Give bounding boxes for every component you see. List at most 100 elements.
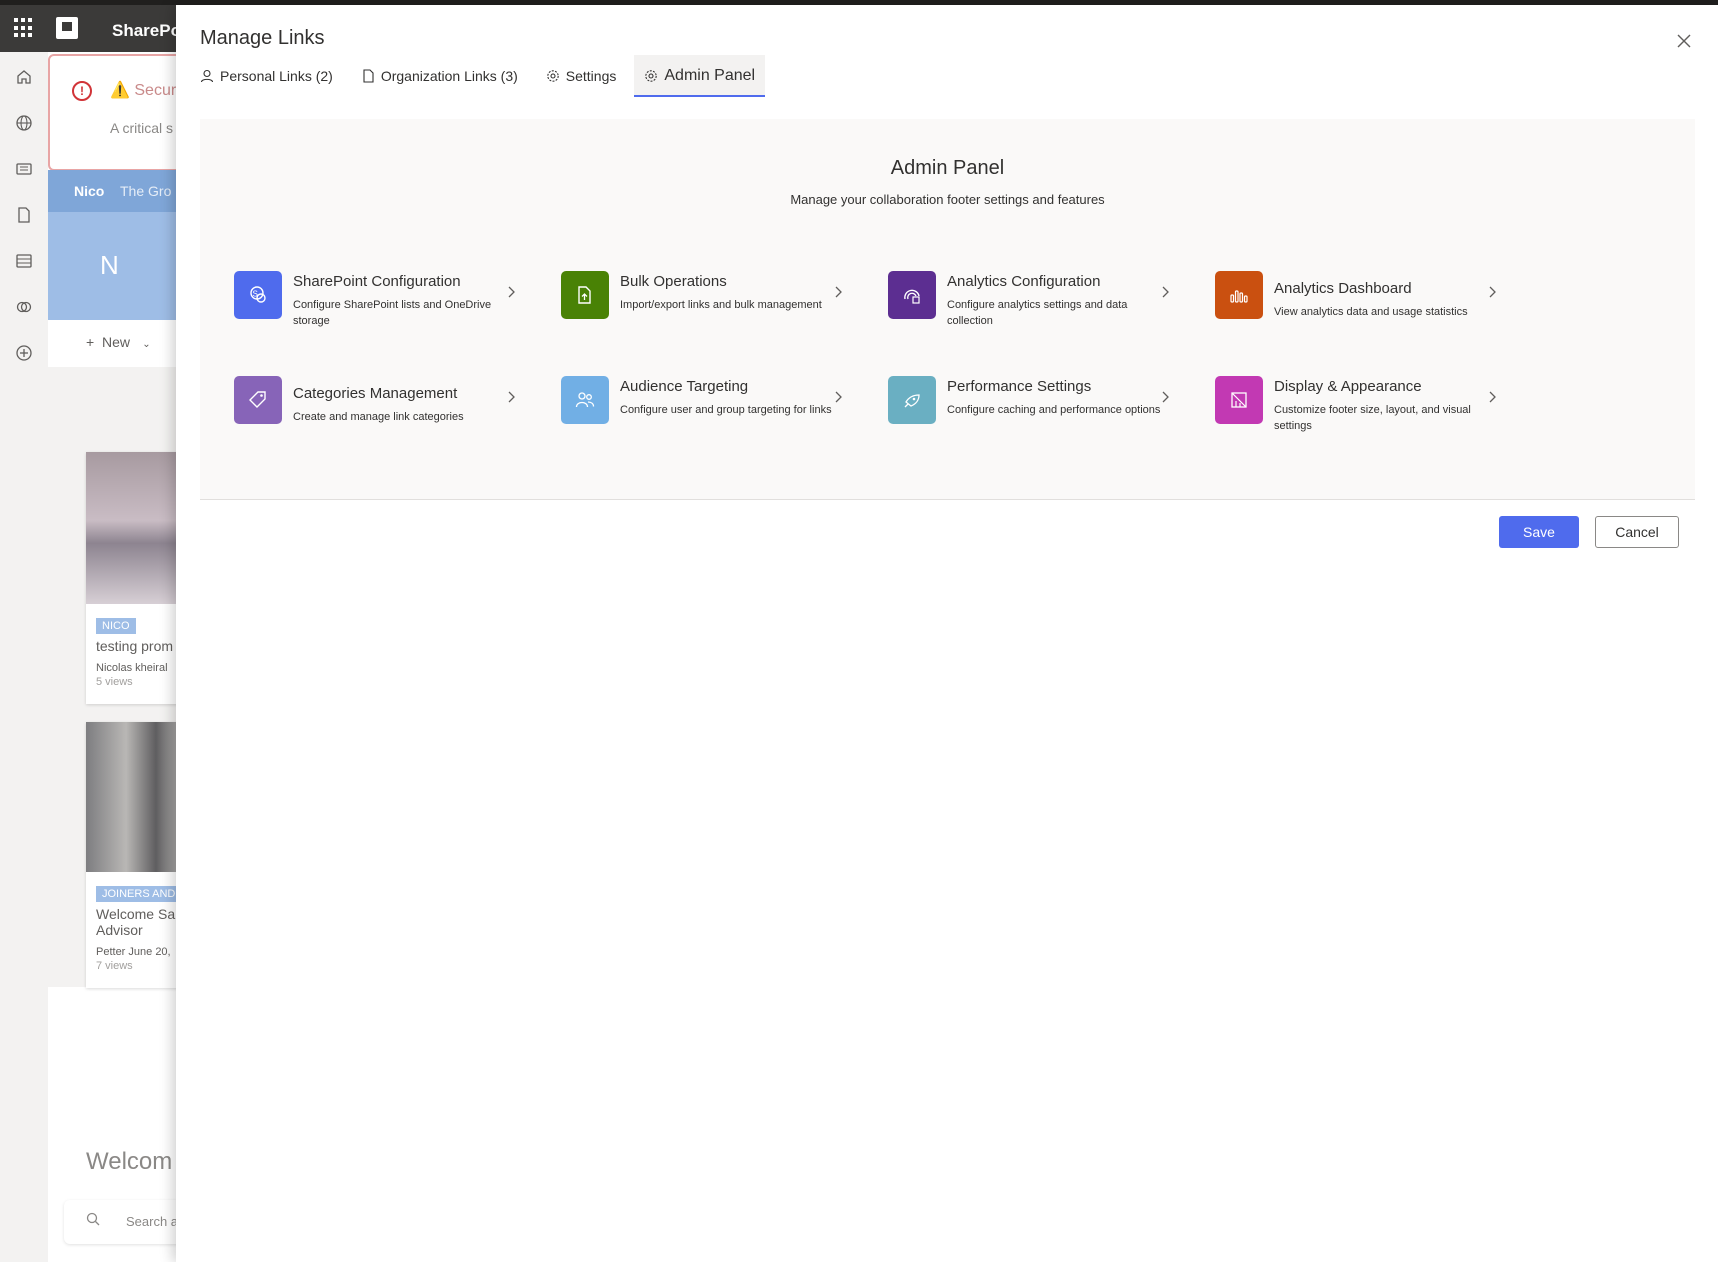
feature-performance-settings[interactable]: Performance Settings Configure caching a… — [854, 376, 1174, 446]
chevron-right-icon — [833, 285, 847, 305]
feature-title: Performance Settings — [947, 378, 1092, 395]
sharepoint-logo-icon[interactable] — [56, 17, 78, 39]
news-card[interactable]: JOINERS AND Welcome Sa Advisor Petter Ju… — [86, 722, 178, 988]
welcome-heading: Welcom — [86, 1148, 173, 1175]
news-card-tag: JOINERS AND — [96, 886, 178, 902]
people-icon — [561, 376, 609, 424]
search-icon — [86, 1212, 100, 1229]
admin-panel-content: Admin Panel Manage your collaboration fo… — [200, 119, 1695, 500]
sharepoint-icon: S — [234, 271, 282, 319]
new-label: New — [101, 334, 130, 350]
feature-description: Import/export links and bulk management — [620, 299, 822, 311]
feature-display-appearance[interactable]: Display & Appearance Customize footer si… — [1181, 376, 1501, 446]
alert-text: A critical s — [110, 120, 174, 136]
chevron-right-icon — [1487, 285, 1501, 305]
svg-text:S: S — [253, 290, 258, 299]
tab-organization-links[interactable]: Organization Links (3) — [351, 55, 528, 97]
tab-label: Admin Panel — [664, 67, 756, 84]
feature-title: Audience Targeting — [620, 378, 749, 395]
feature-title: SharePoint Configuration — [293, 273, 461, 290]
news-card-image — [86, 722, 178, 872]
app-brand[interactable]: SharePoi — [112, 21, 186, 41]
feature-bulk-operations[interactable]: Bulk Operations Import/export links and … — [527, 271, 847, 341]
new-button[interactable]: + New ⌄ — [86, 334, 151, 350]
feature-title: Analytics Configuration — [947, 273, 1101, 290]
security-alert-banner: ! ⚠️ Securi A critical s — [48, 54, 178, 171]
feature-description: Configure user and group targeting for l… — [620, 404, 832, 416]
home-icon[interactable] — [14, 68, 34, 88]
tab-label: Organization Links (3) — [380, 68, 518, 84]
news-card-author: Petter June 20, — [96, 946, 171, 958]
bar-chart-icon — [1215, 271, 1263, 319]
app-bar — [0, 52, 48, 1262]
chevron-right-icon — [833, 390, 847, 410]
tab-label: Settings — [565, 68, 617, 84]
news-card-author: Nicolas kheiral — [96, 662, 168, 674]
feature-description: Customize footer size, layout, and visua… — [1274, 404, 1471, 432]
news-icon[interactable] — [14, 160, 34, 180]
news-card-views: 7 views — [96, 960, 133, 972]
lists-icon[interactable] — [14, 252, 34, 272]
feature-description: View analytics data and usage statistics — [1274, 306, 1468, 318]
design-icon — [1215, 376, 1263, 424]
nav-item-nico[interactable]: Nico — [74, 183, 104, 199]
alert-title: ⚠️ Securi — [110, 82, 178, 99]
news-feed: NICO testing prom Nicolas kheiral 5 view… — [48, 367, 178, 988]
chevron-right-icon — [506, 390, 520, 410]
background-site-page: ! ⚠️ Securi A critical s Nico The Gro N … — [48, 52, 178, 1262]
feature-title: Categories Management — [293, 385, 458, 402]
search-placeholder: Search a — [126, 1214, 178, 1229]
close-button[interactable] — [1672, 29, 1696, 53]
person-icon — [200, 69, 214, 83]
cancel-button[interactable]: Cancel — [1595, 516, 1679, 548]
loop-icon[interactable] — [14, 298, 34, 318]
tab-settings[interactable]: Settings — [536, 55, 627, 97]
feature-analytics-dashboard[interactable]: Analytics Dashboard View analytics data … — [1181, 271, 1501, 341]
chevron-right-icon — [1160, 390, 1174, 410]
feature-title: Bulk Operations — [620, 273, 727, 290]
gear-icon — [645, 70, 658, 82]
nav-item-group[interactable]: The Gro — [120, 183, 171, 199]
chevron-right-icon — [506, 285, 520, 305]
chevron-right-icon — [1487, 390, 1501, 410]
news-card-tag: NICO — [96, 618, 136, 634]
panel-title: Manage Links — [200, 27, 325, 49]
tab-personal-links[interactable]: Personal Links (2) — [190, 55, 343, 97]
tab-list: Personal Links (2) Organization Links (3… — [190, 55, 773, 97]
app-launcher-icon[interactable] — [14, 18, 34, 38]
news-card-title-line2[interactable]: Advisor — [96, 922, 178, 938]
feature-description: Configure analytics settings and data co… — [947, 299, 1128, 327]
feature-description: Create and manage link categories — [293, 411, 464, 423]
close-icon — [1677, 34, 1691, 48]
globe-icon[interactable] — [14, 114, 34, 134]
manage-links-panel: Manage Links Personal Links (2) Organiza… — [176, 5, 1718, 1262]
search-box[interactable]: Search a — [64, 1200, 178, 1244]
error-icon: ! — [72, 81, 92, 101]
feature-analytics-configuration[interactable]: Analytics Configuration Configure analyt… — [854, 271, 1174, 341]
plus-icon: + — [86, 334, 102, 350]
news-card-title[interactable]: Welcome Sa — [96, 906, 178, 922]
site-navigation: Nico The Gro — [48, 170, 178, 212]
save-button[interactable]: Save — [1499, 516, 1579, 548]
tag-icon — [234, 376, 282, 424]
add-circle-icon[interactable] — [14, 344, 34, 364]
admin-panel-subtitle: Manage your collaboration footer setting… — [790, 192, 1105, 207]
feature-audience-targeting[interactable]: Audience Targeting Configure user and gr… — [527, 376, 847, 446]
feature-title: Display & Appearance — [1274, 378, 1422, 395]
document-upload-icon — [561, 271, 609, 319]
feature-categories-management[interactable]: Categories Management Create and manage … — [200, 376, 520, 446]
chevron-right-icon — [1160, 285, 1174, 305]
site-header-hero: N — [48, 212, 178, 320]
feature-description: Configure SharePoint lists and OneDrive … — [293, 299, 492, 327]
tab-admin-panel[interactable]: Admin Panel — [634, 55, 766, 97]
feature-sharepoint-configuration[interactable]: S SharePoint Configuration Configure Sha… — [200, 271, 520, 341]
news-card-image — [86, 452, 178, 604]
news-card[interactable]: NICO testing prom Nicolas kheiral 5 view… — [86, 452, 178, 704]
feature-title: Analytics Dashboard — [1274, 280, 1412, 297]
news-card-title[interactable]: testing prom — [96, 638, 178, 654]
site-logo-initial: N — [100, 250, 119, 280]
document-icon — [363, 69, 374, 83]
file-icon[interactable] — [14, 206, 34, 226]
gear-icon — [547, 70, 559, 82]
rocket-icon — [888, 376, 936, 424]
